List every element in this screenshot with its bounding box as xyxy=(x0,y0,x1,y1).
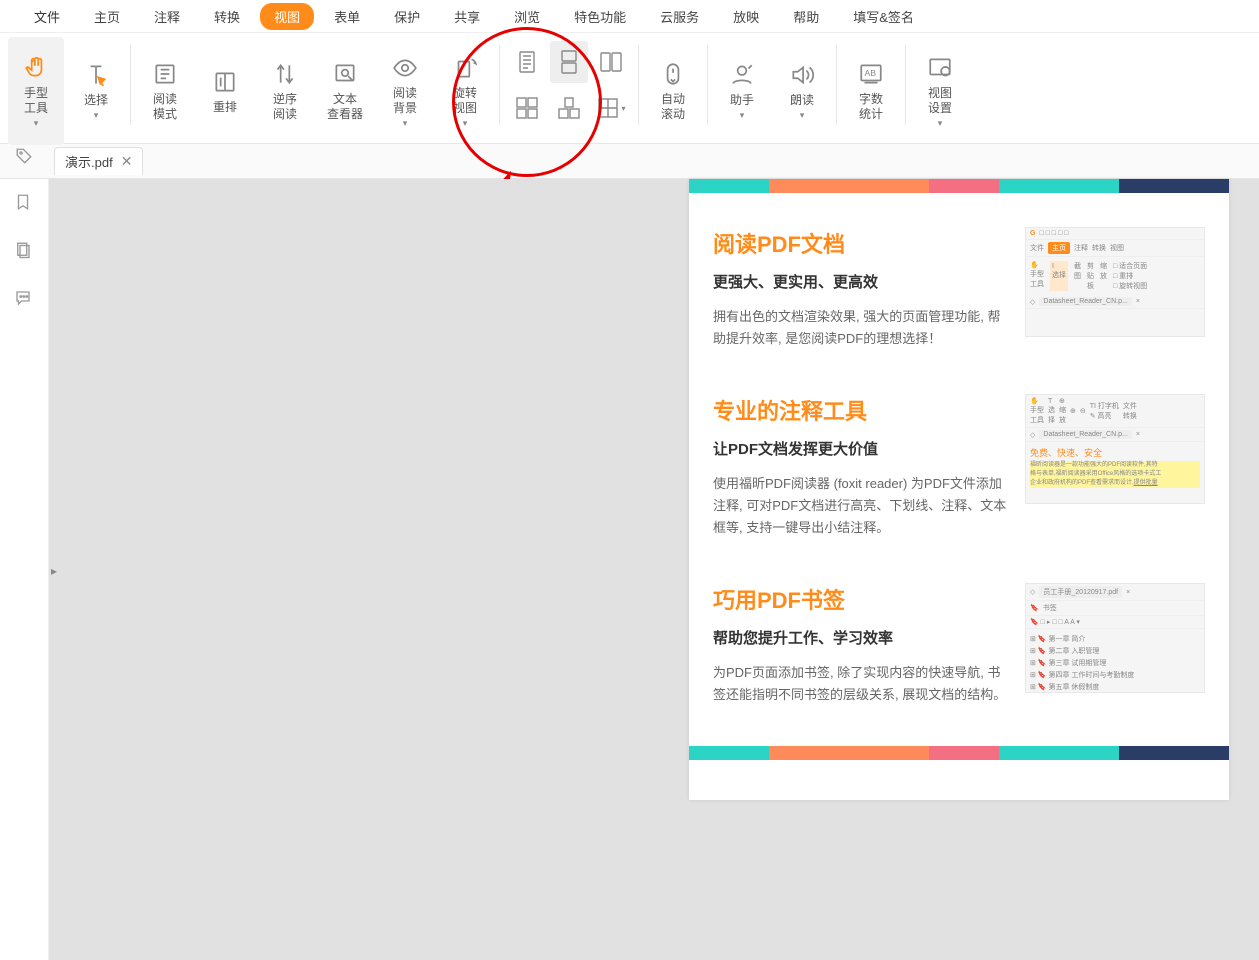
word-count-icon: AB xyxy=(857,60,885,88)
menu-主页[interactable]: 主页 xyxy=(80,3,134,30)
menubar: 文件主页注释转换视图表单保护共享浏览特色功能云服务放映帮助填写&签名 xyxy=(0,0,1259,33)
pdf-page: 阅读PDF文档更强大、更实用、更高效拥有出色的文档渲染效果, 强大的页面管理功能… xyxy=(689,179,1229,800)
layout-continuous-facing[interactable] xyxy=(508,87,546,129)
auto-scroll-icon xyxy=(659,60,687,88)
page-layout-group: ▾ xyxy=(504,33,634,137)
menu-注释[interactable]: 注释 xyxy=(140,3,194,30)
bookmark-icon[interactable] xyxy=(14,193,34,213)
layout-continuous[interactable] xyxy=(550,41,588,83)
left-sidebar xyxy=(0,179,49,960)
hand-tool-button[interactable]: 手型工具 ▾ xyxy=(8,37,64,145)
text-viewer-button[interactable]: 文本查看器 xyxy=(317,37,373,145)
chevron-down-icon: ▾ xyxy=(740,110,745,121)
hand-icon xyxy=(22,54,50,82)
read-bg-button[interactable]: 阅读背景 ▾ xyxy=(377,37,433,145)
menu-帮助[interactable]: 帮助 xyxy=(779,3,833,30)
close-icon[interactable]: ✕ xyxy=(121,153,133,170)
menu-填写&签名[interactable]: 填写&签名 xyxy=(839,3,928,30)
read-mode-icon xyxy=(151,60,179,88)
menu-视图[interactable]: 视图 xyxy=(260,3,314,30)
layout-facing[interactable] xyxy=(592,41,630,83)
page-section-1: 专业的注释工具让PDF文档发挥更大价值使用福昕PDF阅读器 (foxit rea… xyxy=(689,360,1229,549)
section-title: 阅读PDF文档 xyxy=(713,227,1007,259)
select-icon xyxy=(82,61,110,89)
menu-特色功能[interactable]: 特色功能 xyxy=(560,3,640,30)
page-section-0: 阅读PDF文档更强大、更实用、更高效拥有出色的文档渲染效果, 强大的页面管理功能… xyxy=(689,193,1229,360)
page-header-stripes xyxy=(689,179,1229,193)
section-body: 拥有出色的文档渲染效果, 强大的页面管理功能, 帮助提升效率, 是您阅读PDF的… xyxy=(713,306,1007,350)
view-settings-button[interactable]: 视图设置 ▾ xyxy=(912,37,968,145)
menu-放映[interactable]: 放映 xyxy=(719,3,773,30)
reflow-button[interactable]: 重排 xyxy=(197,37,253,145)
tab-title: 演示.pdf xyxy=(65,152,113,171)
view-settings-icon xyxy=(926,54,954,82)
chevron-down-icon: ▾ xyxy=(94,110,99,121)
reverse-icon xyxy=(271,60,299,88)
menu-保护[interactable]: 保护 xyxy=(380,3,434,30)
reverse-read-button[interactable]: 逆序阅读 xyxy=(257,37,313,145)
read-mode-button[interactable]: 阅读模式 xyxy=(137,37,193,145)
tab-bar: 演示.pdf ✕ xyxy=(0,144,1259,179)
work-area: ▸ 阅读PDF文档更强大、更实用、更高效拥有出色的文档渲染效果, 强大的页面管理… xyxy=(0,179,1259,960)
layout-single-page[interactable] xyxy=(508,41,546,83)
section-thumbnail: G □ □ □ □ □文件主页注释转换视图✋手型工具I选择截图剪贴板缩放□ 适合… xyxy=(1025,227,1205,337)
ribbon: 手型工具 ▾ 选择 ▾ 阅读模式 重排 逆序阅读 文本查看器 阅读背景 ▾ 旋转… xyxy=(0,33,1259,144)
speak-button[interactable]: 朗读 ▾ xyxy=(774,37,830,145)
layout-split-view[interactable]: ▾ xyxy=(592,87,630,129)
document-canvas[interactable]: ▸ 阅读PDF文档更强大、更实用、更高效拥有出色的文档渲染效果, 强大的页面管理… xyxy=(49,179,1259,960)
auto-scroll-button[interactable]: 自动滚动 xyxy=(645,37,701,145)
menu-浏览[interactable]: 浏览 xyxy=(500,3,554,30)
chevron-down-icon: ▾ xyxy=(463,118,468,129)
menu-文件[interactable]: 文件 xyxy=(20,3,74,30)
reflow-icon xyxy=(211,68,239,96)
section-thumbnail: ✋手型工具T选择⊕缩放⊕⊖TI 打字机✎ 高亮文件转换◇Datasheet_Re… xyxy=(1025,394,1205,504)
speaker-icon xyxy=(788,61,816,89)
assistant-icon xyxy=(728,61,756,89)
chevron-down-icon: ▾ xyxy=(403,118,408,129)
menu-表单[interactable]: 表单 xyxy=(320,3,374,30)
document-tab[interactable]: 演示.pdf ✕ xyxy=(54,147,143,175)
section-subtitle: 帮助您提升工作、学习效率 xyxy=(713,627,1007,648)
panel-expand-icon[interactable]: ▸ xyxy=(51,564,57,578)
page-section-2: 巧用PDF书签帮助您提升工作、学习效率为PDF页面添加书签, 除了实现内容的快速… xyxy=(689,549,1229,716)
rotate-icon xyxy=(451,54,479,82)
menu-转换[interactable]: 转换 xyxy=(200,3,254,30)
pages-icon[interactable] xyxy=(14,241,34,261)
section-title: 专业的注释工具 xyxy=(713,394,1007,426)
eye-icon xyxy=(391,54,419,82)
chevron-down-icon: ▾ xyxy=(34,118,39,129)
text-viewer-icon xyxy=(331,60,359,88)
chevron-down-icon: ▾ xyxy=(800,110,805,121)
rotate-view-button[interactable]: 旋转视图 ▾ xyxy=(437,37,493,145)
word-count-button[interactable]: AB 字数统计 xyxy=(843,37,899,145)
tag-icon[interactable] xyxy=(15,147,33,165)
section-thumbnail: ◇员工手册_20120917.pdf×🔖书签🔖 □ ▸ □ □ A A ▾⊞ 🔖… xyxy=(1025,583,1205,693)
label: 手型 xyxy=(24,86,48,100)
menu-共享[interactable]: 共享 xyxy=(440,3,494,30)
section-subtitle: 让PDF文档发挥更大价值 xyxy=(713,438,1007,459)
chevron-down-icon: ▾ xyxy=(938,118,943,129)
section-subtitle: 更强大、更实用、更高效 xyxy=(713,271,1007,292)
layout-cover-facing[interactable] xyxy=(550,87,588,129)
section-body: 为PDF页面添加书签, 除了实现内容的快速导航, 书签还能指明不同书签的层级关系… xyxy=(713,662,1007,706)
comment-icon[interactable] xyxy=(14,289,34,309)
menu-云服务[interactable]: 云服务 xyxy=(646,3,713,30)
section-body: 使用福昕PDF阅读器 (foxit reader) 为PDF文件添加注释, 可对… xyxy=(713,473,1007,539)
assistant-button[interactable]: 助手 ▾ xyxy=(714,37,770,145)
svg-text:AB: AB xyxy=(865,68,877,78)
select-button[interactable]: 选择 ▾ xyxy=(68,37,124,145)
section-title: 巧用PDF书签 xyxy=(713,583,1007,615)
page-footer-stripes xyxy=(689,746,1229,760)
